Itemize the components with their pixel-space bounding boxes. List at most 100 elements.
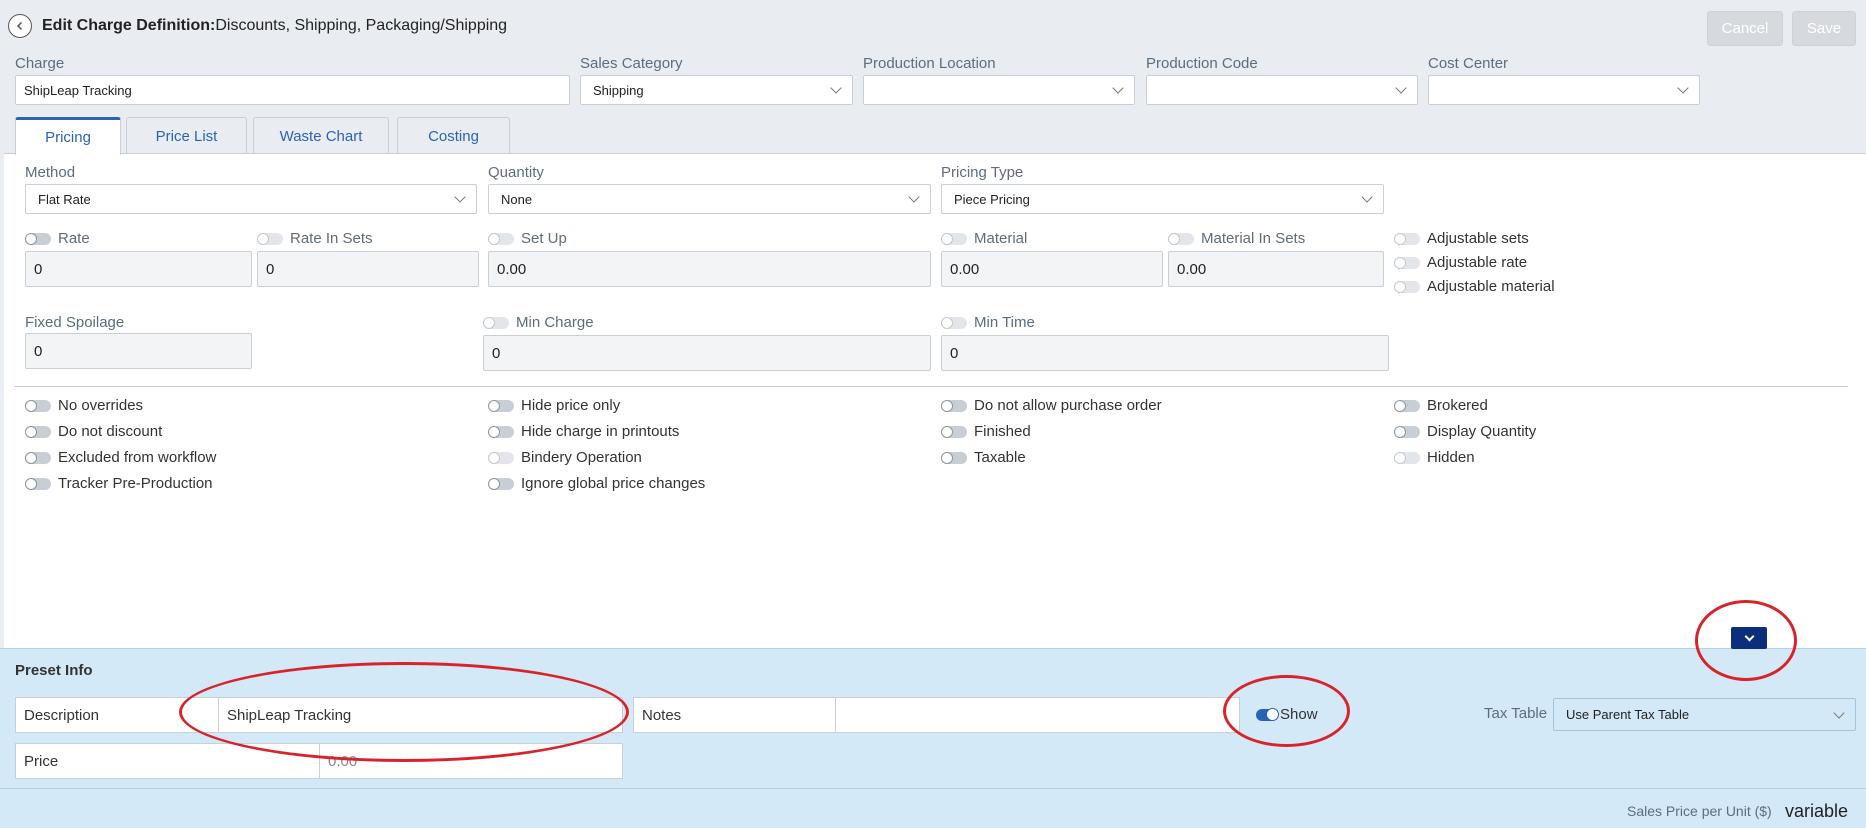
adjustable-material-label: Adjustable material xyxy=(1427,278,1555,295)
min-time-toggle-row[interactable]: Min Time xyxy=(941,314,1035,331)
min-charge-label: Min Charge xyxy=(516,314,594,331)
material-in-sets-toggle-row[interactable]: Material In Sets xyxy=(1168,230,1305,247)
hide-price-only-toggle[interactable] xyxy=(488,399,514,412)
min-time-input[interactable]: 0 xyxy=(941,335,1389,371)
rate-in-sets-input[interactable]: 0 xyxy=(257,251,479,287)
adjustable-sets-label: Adjustable sets xyxy=(1427,230,1529,247)
quantity-select[interactable]: None xyxy=(488,184,931,214)
excluded-from-workflow-label: Excluded from workflow xyxy=(58,449,217,466)
pricing-type-select[interactable]: Piece Pricing xyxy=(941,184,1384,214)
hidden-row[interactable]: Hidden xyxy=(1394,449,1475,466)
excluded-from-workflow-toggle[interactable] xyxy=(25,451,51,464)
sales-category-value: Shipping xyxy=(593,82,644,98)
display-quantity-row[interactable]: Display Quantity xyxy=(1394,423,1536,440)
do-not-discount-toggle[interactable] xyxy=(25,425,51,438)
tracker-pre-production-label: Tracker Pre-Production xyxy=(58,475,213,492)
rate-in-sets-toggle[interactable] xyxy=(257,232,283,245)
method-value: Flat Rate xyxy=(38,191,91,207)
adjustable-rate-row[interactable]: Adjustable rate xyxy=(1394,254,1527,271)
adjustable-material-toggle[interactable] xyxy=(1394,280,1420,293)
material-input[interactable]: 0.00 xyxy=(941,251,1163,287)
min-charge-toggle-row[interactable]: Min Charge xyxy=(483,314,594,331)
divider xyxy=(0,788,1866,789)
cost-center-select[interactable] xyxy=(1428,75,1700,105)
material-toggle-row[interactable]: Material xyxy=(941,230,1027,247)
display-quantity-toggle[interactable] xyxy=(1394,425,1420,438)
material-in-sets-toggle[interactable] xyxy=(1168,232,1194,245)
production-location-select[interactable] xyxy=(863,75,1135,105)
set-up-input[interactable]: 0.00 xyxy=(488,251,931,287)
tab-price-list[interactable]: Price List xyxy=(126,117,247,154)
ignore-global-price-changes-row[interactable]: Ignore global price changes xyxy=(488,475,705,492)
rate-toggle-row[interactable]: Rate xyxy=(25,230,90,247)
finished-toggle[interactable] xyxy=(941,425,967,438)
material-in-sets-input[interactable]: 0.00 xyxy=(1168,251,1384,287)
do-not-allow-purchase-order-toggle[interactable] xyxy=(941,399,967,412)
do-not-allow-purchase-order-label: Do not allow purchase order xyxy=(974,397,1162,414)
material-toggle[interactable] xyxy=(941,232,967,245)
divider xyxy=(14,386,1848,387)
hide-price-only-row[interactable]: Hide price only xyxy=(488,397,620,414)
chevron-down-icon xyxy=(1395,82,1407,94)
chevron-down-icon xyxy=(1361,191,1373,203)
do-not-allow-purchase-order-row[interactable]: Do not allow purchase order xyxy=(941,397,1162,414)
adjustable-material-row[interactable]: Adjustable material xyxy=(1394,278,1555,295)
back-button[interactable] xyxy=(8,14,32,38)
rate-toggle[interactable] xyxy=(25,232,51,245)
rate-input[interactable]: 0 xyxy=(25,251,252,287)
sales-category-select[interactable]: Shipping xyxy=(580,75,853,105)
no-overrides-row[interactable]: No overrides xyxy=(25,397,143,414)
excluded-from-workflow-row[interactable]: Excluded from workflow xyxy=(25,449,216,466)
tax-table-label: Tax Table xyxy=(1484,705,1548,722)
chevron-down-icon xyxy=(1833,706,1845,719)
fixed-spoilage-input[interactable]: 0 xyxy=(25,333,252,369)
tax-table-select[interactable]: Use Parent Tax Table xyxy=(1553,698,1856,731)
sales-price-per-unit-value: variable xyxy=(1785,801,1849,821)
do-not-discount-row[interactable]: Do not discount xyxy=(25,423,162,440)
fixed-spoilage-label: Fixed Spoilage xyxy=(25,314,125,331)
tracker-pre-production-row[interactable]: Tracker Pre-Production xyxy=(25,475,213,492)
set-up-toggle-row[interactable]: Set Up xyxy=(488,230,567,247)
rate-in-sets-toggle-row[interactable]: Rate In Sets xyxy=(257,230,373,247)
tab-pricing[interactable]: Pricing xyxy=(15,117,121,155)
hide-charge-in-printouts-toggle[interactable] xyxy=(488,425,514,438)
charge-input[interactable]: ShipLeap Tracking xyxy=(15,75,570,105)
rate-in-sets-label: Rate In Sets xyxy=(290,230,373,247)
preset-info-title: Preset Info xyxy=(15,662,93,679)
min-time-toggle[interactable] xyxy=(941,316,967,329)
tab-costing[interactable]: Costing xyxy=(397,117,510,154)
charge-label: Charge xyxy=(15,55,65,72)
pricing-type-label: Pricing Type xyxy=(941,164,1024,181)
bindery-operation-toggle[interactable] xyxy=(488,451,514,464)
no-overrides-label: No overrides xyxy=(58,397,144,414)
cancel-button[interactable]: Cancel xyxy=(1707,11,1783,46)
production-code-select[interactable] xyxy=(1146,75,1418,105)
taxable-toggle[interactable] xyxy=(941,451,967,464)
pricing-type-value: Piece Pricing xyxy=(954,191,1030,207)
min-charge-input[interactable]: 0 xyxy=(483,335,931,371)
hidden-toggle[interactable] xyxy=(1394,451,1420,464)
bindery-operation-row[interactable]: Bindery Operation xyxy=(488,449,642,466)
save-button[interactable]: Save xyxy=(1792,11,1856,46)
adjustable-rate-label: Adjustable rate xyxy=(1427,254,1528,271)
tab-waste-chart[interactable]: Waste Chart xyxy=(253,117,389,154)
annotation-circle xyxy=(1223,675,1350,747)
set-up-toggle[interactable] xyxy=(488,232,514,245)
chevron-down-icon xyxy=(1677,82,1689,94)
brokered-toggle[interactable] xyxy=(1394,399,1420,412)
taxable-row[interactable]: Taxable xyxy=(941,449,1026,466)
no-overrides-toggle[interactable] xyxy=(25,399,51,412)
sales-category-label: Sales Category xyxy=(580,55,683,72)
notes-input[interactable] xyxy=(835,697,1240,733)
brokered-row[interactable]: Brokered xyxy=(1394,397,1488,414)
hide-charge-in-printouts-row[interactable]: Hide charge in printouts xyxy=(488,423,679,440)
ignore-global-price-changes-toggle[interactable] xyxy=(488,477,514,490)
finished-row[interactable]: Finished xyxy=(941,423,1031,440)
adjustable-sets-toggle[interactable] xyxy=(1394,232,1420,245)
pricing-panel xyxy=(4,153,1866,648)
adjustable-rate-toggle[interactable] xyxy=(1394,256,1420,269)
method-select[interactable]: Flat Rate xyxy=(25,184,477,214)
adjustable-sets-row[interactable]: Adjustable sets xyxy=(1394,230,1529,247)
min-charge-toggle[interactable] xyxy=(483,316,509,329)
tracker-pre-production-toggle[interactable] xyxy=(25,477,51,490)
